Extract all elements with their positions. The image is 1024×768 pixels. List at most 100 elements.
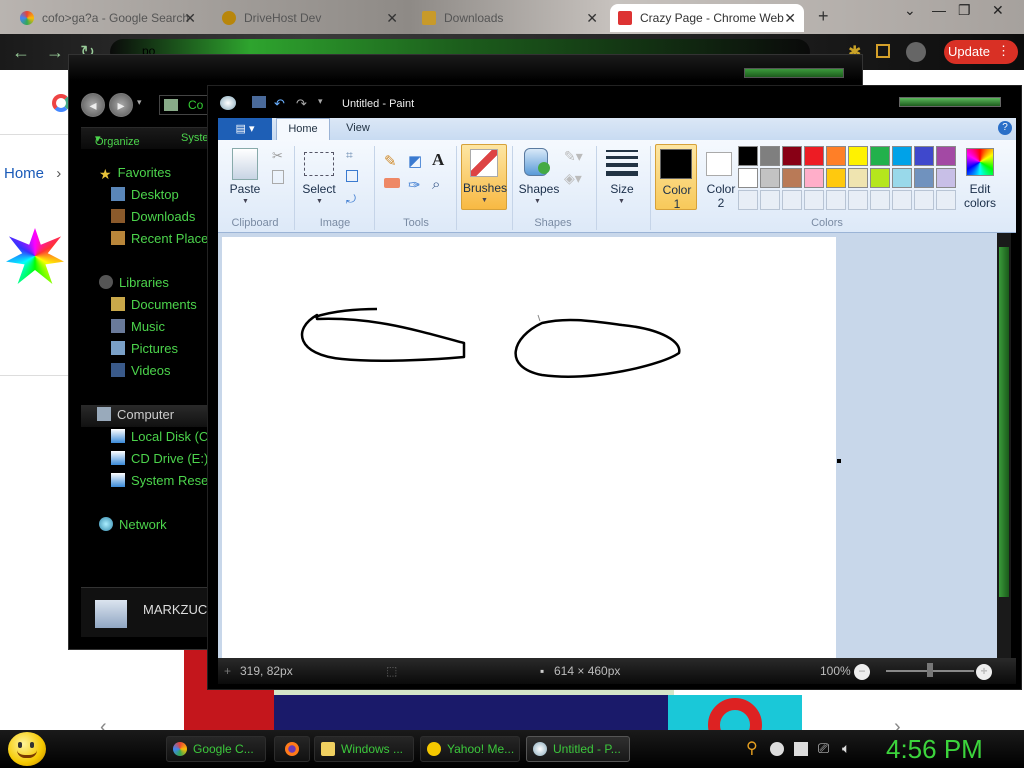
nav-network[interactable]: Network bbox=[99, 517, 167, 537]
palette-swatch[interactable] bbox=[914, 146, 934, 166]
palette-swatch[interactable] bbox=[870, 146, 890, 166]
undo-icon[interactable]: ↶ bbox=[274, 96, 288, 111]
palette-swatch[interactable] bbox=[914, 168, 934, 188]
shapes-dropdown-icon[interactable]: ▼ bbox=[534, 198, 541, 205]
size-icon[interactable] bbox=[606, 150, 638, 176]
fill-icon[interactable]: ◩ bbox=[408, 152, 426, 170]
palette-swatch[interactable] bbox=[738, 146, 758, 166]
palette-swatch[interactable] bbox=[848, 146, 868, 166]
palette-swatch[interactable] bbox=[804, 168, 824, 188]
history-dropdown-icon[interactable]: ▾ bbox=[137, 97, 142, 108]
palette-swatch[interactable] bbox=[936, 146, 956, 166]
more-menu-icon[interactable]: ⋮ bbox=[997, 43, 1010, 59]
organize-button[interactable]: Organize ▾ bbox=[95, 132, 140, 148]
back-button[interactable]: ◂ bbox=[81, 93, 105, 117]
palette-swatch[interactable] bbox=[936, 168, 956, 188]
tab-search-chevron-icon[interactable]: ⌄ bbox=[904, 2, 916, 19]
minimize-icon[interactable]: — bbox=[932, 2, 946, 18]
maximize-icon[interactable]: ❐ bbox=[958, 2, 971, 19]
palette-custom-slot[interactable] bbox=[804, 190, 824, 210]
forward-button[interactable]: ▸ bbox=[109, 93, 133, 117]
palette-custom-slot[interactable] bbox=[782, 190, 802, 210]
taskbar-item-chrome[interactable]: Google C... bbox=[166, 736, 266, 762]
back-arrow-icon[interactable]: ← bbox=[12, 42, 30, 63]
palette-swatch[interactable] bbox=[738, 168, 758, 188]
update-button[interactable]: Update ⋮ bbox=[944, 40, 1018, 64]
eraser-icon[interactable] bbox=[384, 178, 400, 188]
palette-custom-slot[interactable] bbox=[826, 190, 846, 210]
palette-custom-slot[interactable] bbox=[870, 190, 890, 210]
size-button[interactable]: Size bbox=[604, 182, 640, 196]
chrome-tab-google-search[interactable]: cofo>ga?a - Google Search ✕ bbox=[12, 4, 204, 32]
paint-menu-button[interactable]: ▤ ▾ bbox=[218, 118, 272, 140]
cut-icon[interactable]: ✂ bbox=[272, 148, 283, 164]
close-tab-icon[interactable]: ✕ bbox=[386, 10, 398, 27]
palette-swatch[interactable] bbox=[804, 146, 824, 166]
nav-recent-places[interactable]: Recent Place bbox=[111, 231, 208, 251]
customize-qat-icon[interactable]: ▾ bbox=[318, 96, 332, 108]
palette-swatch[interactable] bbox=[760, 168, 780, 188]
taskbar-item-firefox[interactable] bbox=[274, 736, 310, 762]
taskbar-item-paint[interactable]: Untitled - P... bbox=[526, 736, 630, 762]
nav-documents[interactable]: Documents bbox=[111, 297, 197, 317]
network-tray-icon[interactable]: ⎚ bbox=[818, 740, 832, 756]
chrome-tab-downloads[interactable]: Downloads ✕ bbox=[414, 4, 606, 32]
canvas-resize-handle[interactable] bbox=[837, 459, 841, 463]
pencil-icon[interactable]: ✎ bbox=[384, 152, 402, 170]
edit-colors-label-2[interactable]: colors bbox=[958, 196, 1002, 210]
rotate-icon[interactable]: ⤾ bbox=[346, 192, 356, 207]
taskbar-item-yahoo-messenger[interactable]: Yahoo! Me... bbox=[420, 736, 520, 762]
edit-colors-label[interactable]: Edit bbox=[958, 182, 1002, 196]
palette-swatch[interactable] bbox=[782, 146, 802, 166]
nav-libraries[interactable]: Libraries bbox=[99, 275, 169, 295]
palette-swatch[interactable] bbox=[782, 168, 802, 188]
chrome-tab-crazy-page[interactable]: Crazy Page - Chrome Web ✕ bbox=[610, 4, 804, 32]
tab-home[interactable]: Home bbox=[276, 118, 330, 140]
size-dropdown-icon[interactable]: ▼ bbox=[618, 198, 625, 205]
tab-view[interactable]: View bbox=[336, 118, 380, 140]
shapes-button[interactable]: Shapes bbox=[516, 182, 562, 196]
nav-computer[interactable]: Computer bbox=[81, 405, 221, 427]
select-icon[interactable] bbox=[304, 152, 334, 176]
home-link[interactable]: Home › bbox=[4, 165, 61, 182]
close-tab-icon[interactable]: ✕ bbox=[184, 10, 196, 27]
nav-videos[interactable]: Videos bbox=[111, 363, 171, 383]
forward-arrow-icon[interactable]: → bbox=[46, 42, 64, 63]
palette-custom-slot[interactable] bbox=[892, 190, 912, 210]
brushes-button[interactable]: Brushes ▼ bbox=[461, 144, 507, 210]
palette-swatch[interactable] bbox=[760, 146, 780, 166]
resize-icon[interactable] bbox=[346, 170, 358, 182]
palette-swatch[interactable] bbox=[826, 146, 846, 166]
magnifier-icon[interactable]: ⌕ bbox=[432, 176, 450, 194]
volume-icon[interactable]: 🔈︎ bbox=[842, 740, 856, 756]
help-icon[interactable]: ? bbox=[998, 121, 1012, 135]
nav-pictures[interactable]: Pictures bbox=[111, 341, 178, 361]
palette-swatch[interactable] bbox=[848, 168, 868, 188]
new-tab-plus-icon[interactable]: + bbox=[818, 6, 829, 27]
window-controls[interactable] bbox=[899, 97, 1001, 107]
messenger-status-icon[interactable] bbox=[770, 742, 784, 756]
clock[interactable]: 4:56 PM bbox=[886, 734, 983, 765]
text-tool-icon[interactable]: A bbox=[432, 150, 450, 169]
nav-favorites[interactable]: ★ Favorites bbox=[99, 165, 171, 185]
fill-shape-icon[interactable]: ◈▾ bbox=[564, 170, 582, 187]
paste-button[interactable]: Paste bbox=[228, 182, 262, 196]
edit-colors-icon[interactable] bbox=[966, 148, 994, 176]
paste-dropdown-icon[interactable]: ▼ bbox=[242, 198, 249, 205]
close-tab-icon[interactable]: ✕ bbox=[586, 10, 598, 27]
profile-avatar-icon[interactable] bbox=[906, 42, 926, 62]
palette-swatch[interactable] bbox=[892, 168, 912, 188]
chrome-tab-drivehost[interactable]: DriveHost Dev ✕ bbox=[214, 4, 406, 32]
nav-desktop[interactable]: Desktop bbox=[111, 187, 179, 207]
zoom-in-button[interactable]: + bbox=[976, 664, 992, 680]
redo-icon[interactable]: ↷ bbox=[296, 96, 310, 111]
paste-icon[interactable] bbox=[232, 148, 258, 180]
select-button[interactable]: Select bbox=[300, 182, 338, 196]
palette-custom-slot[interactable] bbox=[914, 190, 934, 210]
start-button[interactable] bbox=[8, 732, 46, 766]
drawing-canvas[interactable] bbox=[222, 237, 836, 658]
system-properties-button[interactable]: Syste bbox=[181, 132, 209, 144]
palette-custom-slot[interactable] bbox=[738, 190, 758, 210]
palette-swatch[interactable] bbox=[826, 168, 846, 188]
color-picker-icon[interactable]: ✑ bbox=[408, 176, 426, 194]
